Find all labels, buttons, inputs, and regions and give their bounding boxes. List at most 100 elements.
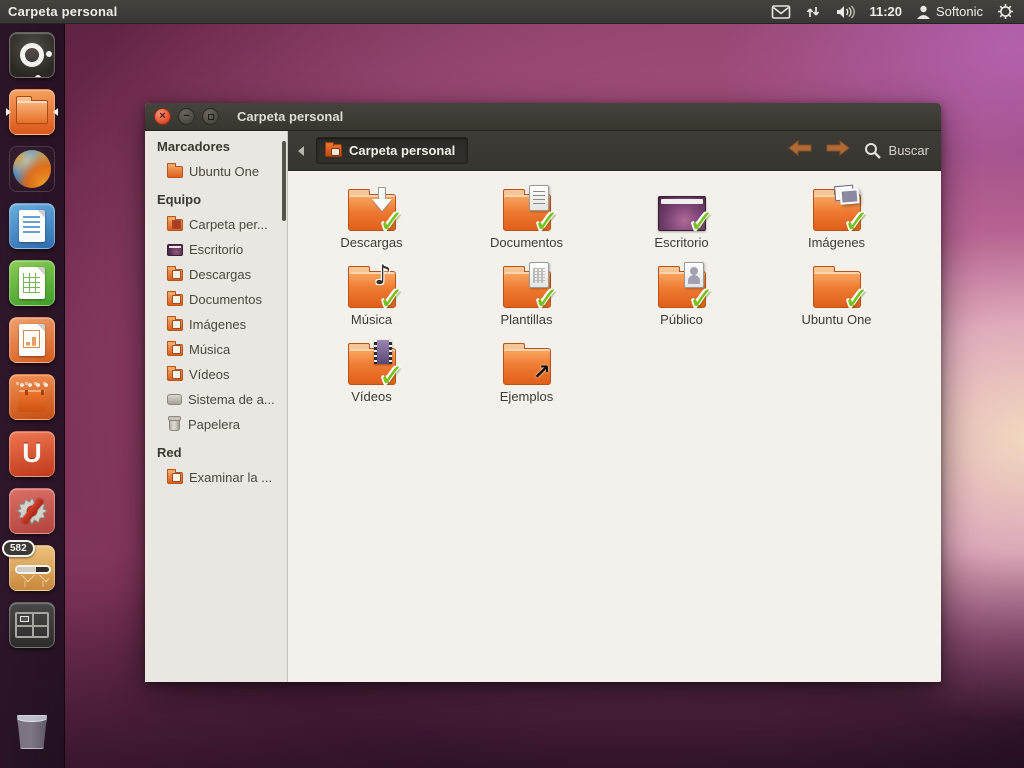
software-center-icon bbox=[9, 374, 55, 420]
clock[interactable]: 11:20 bbox=[869, 4, 902, 19]
libreoffice-calc-icon bbox=[9, 260, 55, 306]
file-grid: ✓Descargas✓Documentos✓Escritorio✓Imágene… bbox=[288, 171, 941, 416]
desktop-icon bbox=[167, 244, 183, 256]
window-titlebar[interactable]: × − Carpeta personal bbox=[145, 103, 941, 131]
active-app-title: Carpeta personal bbox=[0, 4, 117, 19]
search-button[interactable]: Buscar bbox=[864, 142, 929, 159]
sidebar-item-label: Ubuntu One bbox=[189, 164, 259, 179]
sidebar-section-header: Marcadores bbox=[145, 131, 287, 159]
search-icon bbox=[864, 142, 881, 159]
sidebar-item[interactable]: Música bbox=[145, 337, 287, 362]
file-item[interactable]: ✓Ubuntu One bbox=[759, 262, 914, 339]
sidebar-item[interactable]: Carpeta per... bbox=[145, 212, 287, 237]
launcher-item-libreoffice-impress[interactable] bbox=[8, 316, 56, 364]
ubuntu-dash-icon bbox=[9, 32, 55, 78]
synced-check-emblem: ✓ bbox=[379, 361, 405, 392]
sidebar-item[interactable]: Sistema de a... bbox=[145, 387, 287, 412]
file-item[interactable]: ✓Documentos bbox=[449, 185, 604, 262]
file-item[interactable]: ♪✓Música bbox=[294, 262, 449, 339]
launcher-item-libreoffice-calc[interactable] bbox=[8, 259, 56, 307]
sidebar-item-label: Vídeos bbox=[189, 367, 229, 382]
maximize-button[interactable] bbox=[202, 108, 219, 125]
launcher-item-files[interactable] bbox=[8, 88, 56, 136]
launcher-item-dash-home[interactable] bbox=[8, 31, 56, 79]
pathbar-scroll-left-icon[interactable] bbox=[298, 146, 304, 156]
synced-check-emblem: ✓ bbox=[844, 284, 870, 315]
synced-check-emblem: ✓ bbox=[689, 284, 715, 315]
synced-check-emblem: ✓ bbox=[534, 207, 560, 238]
home-folder-icon bbox=[167, 219, 183, 231]
launcher-item-software-center[interactable] bbox=[8, 373, 56, 421]
unity-launcher: U 582 bbox=[0, 24, 65, 768]
trash-icon bbox=[9, 707, 55, 753]
back-button[interactable] bbox=[788, 140, 812, 161]
synced-check-emblem: ✓ bbox=[379, 284, 405, 315]
breadcrumb[interactable]: Carpeta personal bbox=[316, 137, 468, 164]
sidebar-item[interactable]: Ubuntu One bbox=[145, 159, 287, 184]
messaging-menu-icon[interactable] bbox=[771, 4, 791, 20]
folder-icon bbox=[167, 294, 183, 306]
sidebar-item[interactable]: Examinar la ... bbox=[145, 465, 287, 490]
sidebar-section-header: Equipo bbox=[145, 184, 287, 212]
sidebar-item[interactable]: Vídeos bbox=[145, 362, 287, 387]
launcher-item-libreoffice-writer[interactable] bbox=[8, 202, 56, 250]
top-panel: Carpeta personal 11:20 Softonic bbox=[0, 0, 1024, 24]
sidebar-item[interactable]: Imágenes bbox=[145, 312, 287, 337]
file-item[interactable]: ✓Escritorio bbox=[604, 185, 759, 262]
search-label: Buscar bbox=[889, 143, 929, 158]
file-item[interactable]: ✓Vídeos bbox=[294, 339, 449, 416]
forward-button[interactable] bbox=[826, 140, 850, 161]
file-item[interactable]: ✓Imágenes bbox=[759, 185, 914, 262]
photos-emblem bbox=[839, 188, 859, 205]
trash-icon bbox=[169, 418, 180, 431]
user-menu[interactable]: Softonic bbox=[916, 4, 983, 20]
sidebar-item[interactable]: Papelera bbox=[145, 412, 287, 437]
sidebar-item-label: Descargas bbox=[189, 267, 251, 282]
files-icon bbox=[9, 89, 55, 135]
libreoffice-impress-icon bbox=[9, 317, 55, 363]
launcher-item-firefox[interactable] bbox=[8, 145, 56, 193]
close-button[interactable]: × bbox=[154, 108, 171, 125]
launcher-item-update-manager[interactable]: 582 bbox=[8, 544, 56, 592]
file-item[interactable]: ✓Público bbox=[604, 262, 759, 339]
sidebar-item-label: Música bbox=[189, 342, 230, 357]
sidebar-item[interactable]: Documentos bbox=[145, 287, 287, 312]
workspace-switcher-icon bbox=[9, 602, 55, 648]
symlink-emblem: ↗ bbox=[533, 362, 551, 383]
session-menu-icon[interactable] bbox=[997, 3, 1014, 20]
network-menu-icon[interactable] bbox=[805, 4, 821, 20]
sidebar-item-label: Imágenes bbox=[189, 317, 246, 332]
sidebar-scrollbar[interactable] bbox=[282, 141, 286, 221]
folder-icon bbox=[167, 166, 183, 178]
system-settings-icon bbox=[9, 488, 55, 534]
home-folder-icon bbox=[325, 144, 342, 157]
launcher-item-ubuntu-one[interactable]: U bbox=[8, 430, 56, 478]
breadcrumb-label: Carpeta personal bbox=[349, 143, 455, 158]
minimize-button[interactable]: − bbox=[178, 108, 195, 125]
username: Softonic bbox=[936, 4, 983, 19]
file-item[interactable]: ✓Descargas bbox=[294, 185, 449, 262]
launcher-item-system-settings[interactable] bbox=[8, 487, 56, 535]
libreoffice-writer-icon bbox=[9, 203, 55, 249]
focused-indicator bbox=[53, 108, 58, 116]
running-indicator bbox=[6, 108, 11, 116]
sound-menu-icon[interactable] bbox=[835, 4, 855, 20]
drive-icon bbox=[167, 394, 182, 405]
launcher-item-workspace-switcher[interactable] bbox=[8, 601, 56, 649]
folder-icon bbox=[167, 369, 183, 381]
sidebar-item[interactable]: Escritorio bbox=[145, 237, 287, 262]
sidebar-item-label: Escritorio bbox=[189, 242, 243, 257]
synced-check-emblem: ✓ bbox=[689, 207, 715, 238]
synced-check-emblem: ✓ bbox=[844, 207, 870, 238]
desktop: Carpeta personal 11:20 Softonic U 582 bbox=[0, 0, 1024, 768]
sidebar-item-label: Examinar la ... bbox=[189, 470, 272, 485]
file-item[interactable]: ↗Ejemplos bbox=[449, 339, 604, 416]
launcher-item-trash[interactable] bbox=[8, 706, 56, 754]
network-folder-icon bbox=[167, 472, 183, 484]
file-view: ✓Descargas✓Documentos✓Escritorio✓Imágene… bbox=[288, 171, 941, 682]
sidebar-item[interactable]: Descargas bbox=[145, 262, 287, 287]
file-item[interactable]: ✓Plantillas bbox=[449, 262, 604, 339]
ubuntu-one-icon: U bbox=[9, 431, 55, 477]
folder-icon bbox=[167, 269, 183, 281]
places-sidebar: Marcadores Ubuntu One EquipoCarpeta per...… bbox=[145, 131, 288, 682]
